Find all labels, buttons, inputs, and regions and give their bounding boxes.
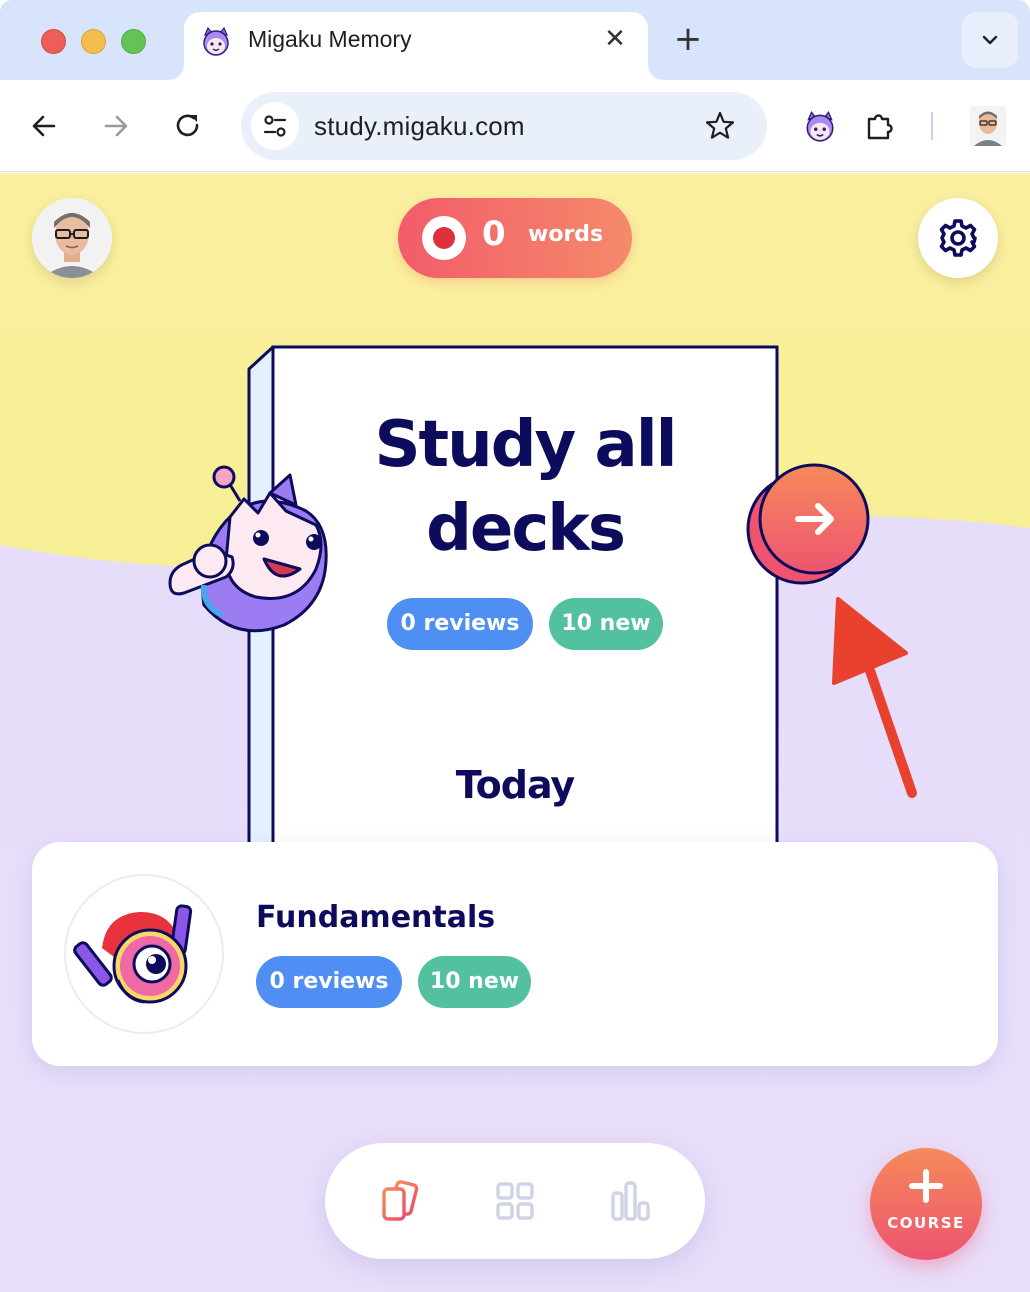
study-all-new-badge: 10 new [549, 598, 663, 650]
study-title-line-1: Study all [374, 408, 677, 482]
section-title-today: Today [455, 763, 575, 807]
browser-toolbar: study.migaku.com [0, 80, 1030, 172]
deck-reviews-badge: 0 reviews [256, 956, 402, 1008]
study-all-reviews-badge: 0 reviews [387, 598, 533, 650]
deck-card-fundamentals[interactable]: Fundamentals 0 reviews 10 new [32, 842, 998, 1066]
browser-tab-strip: Migaku Memory ✕ + [0, 0, 1030, 80]
settings-button[interactable] [918, 198, 998, 278]
maximize-window-button[interactable] [121, 29, 146, 54]
bottom-navigation [325, 1143, 705, 1259]
extensions-button[interactable] [860, 106, 900, 146]
gear-icon [939, 219, 977, 257]
tab-search-button[interactable] [962, 12, 1018, 68]
browser-tab-active[interactable]: Migaku Memory ✕ [184, 12, 648, 80]
chevron-down-icon [982, 35, 998, 45]
tab-close-icon[interactable]: ✕ [600, 24, 630, 54]
site-settings-button[interactable] [251, 102, 299, 150]
study-all-start-button[interactable] [746, 463, 872, 589]
plus-icon [909, 1169, 943, 1203]
profile-button[interactable] [968, 106, 1008, 146]
tab-title: Migaku Memory [248, 26, 412, 52]
profile-avatar-icon [970, 106, 1006, 146]
puzzle-piece-icon [867, 114, 893, 140]
url-text[interactable]: study.migaku.com [314, 111, 525, 142]
stats-icon[interactable] [609, 1179, 653, 1223]
arrow-right-icon [104, 115, 128, 137]
study-all-title: Study all decks [273, 403, 777, 571]
words-label: words [528, 222, 604, 247]
deck-new-badge: 10 new [418, 956, 531, 1008]
user-avatar-button[interactable] [32, 198, 112, 278]
new-tab-button[interactable]: + [670, 22, 706, 58]
minimize-window-button[interactable] [81, 29, 106, 54]
study-title-line-2: decks [426, 492, 626, 566]
reload-icon [176, 114, 199, 137]
toolbar-divider [931, 112, 933, 140]
record-dot-icon [422, 216, 466, 260]
forward-button[interactable] [96, 106, 136, 146]
tune-icon [263, 115, 287, 137]
close-window-button[interactable] [41, 29, 66, 54]
migaku-app: 0 words Study all decks 0 reviews 10 new [0, 173, 1030, 1292]
bookmark-star-icon[interactable] [703, 109, 737, 143]
address-bar[interactable]: study.migaku.com [241, 92, 767, 160]
deck-icon [64, 874, 224, 1034]
migaku-favicon-icon [203, 26, 229, 56]
migaku-mascot-illustration [168, 465, 328, 633]
words-counter-pill[interactable]: 0 words [398, 198, 632, 278]
deck-title: Fundamentals [256, 900, 496, 935]
grid-icon[interactable] [493, 1179, 537, 1223]
migaku-extension-icon [806, 110, 834, 142]
add-course-label: COURSE [887, 1214, 965, 1232]
migaku-extension-button[interactable] [800, 106, 840, 146]
avatar [32, 198, 112, 278]
cards-icon[interactable] [378, 1179, 422, 1223]
words-count: 0 [482, 214, 506, 254]
back-button[interactable] [24, 106, 64, 146]
add-course-button[interactable]: COURSE [870, 1148, 982, 1260]
reload-button[interactable] [168, 106, 208, 146]
fundamentals-deck-icon [73, 904, 193, 1004]
arrow-left-icon [32, 115, 56, 137]
